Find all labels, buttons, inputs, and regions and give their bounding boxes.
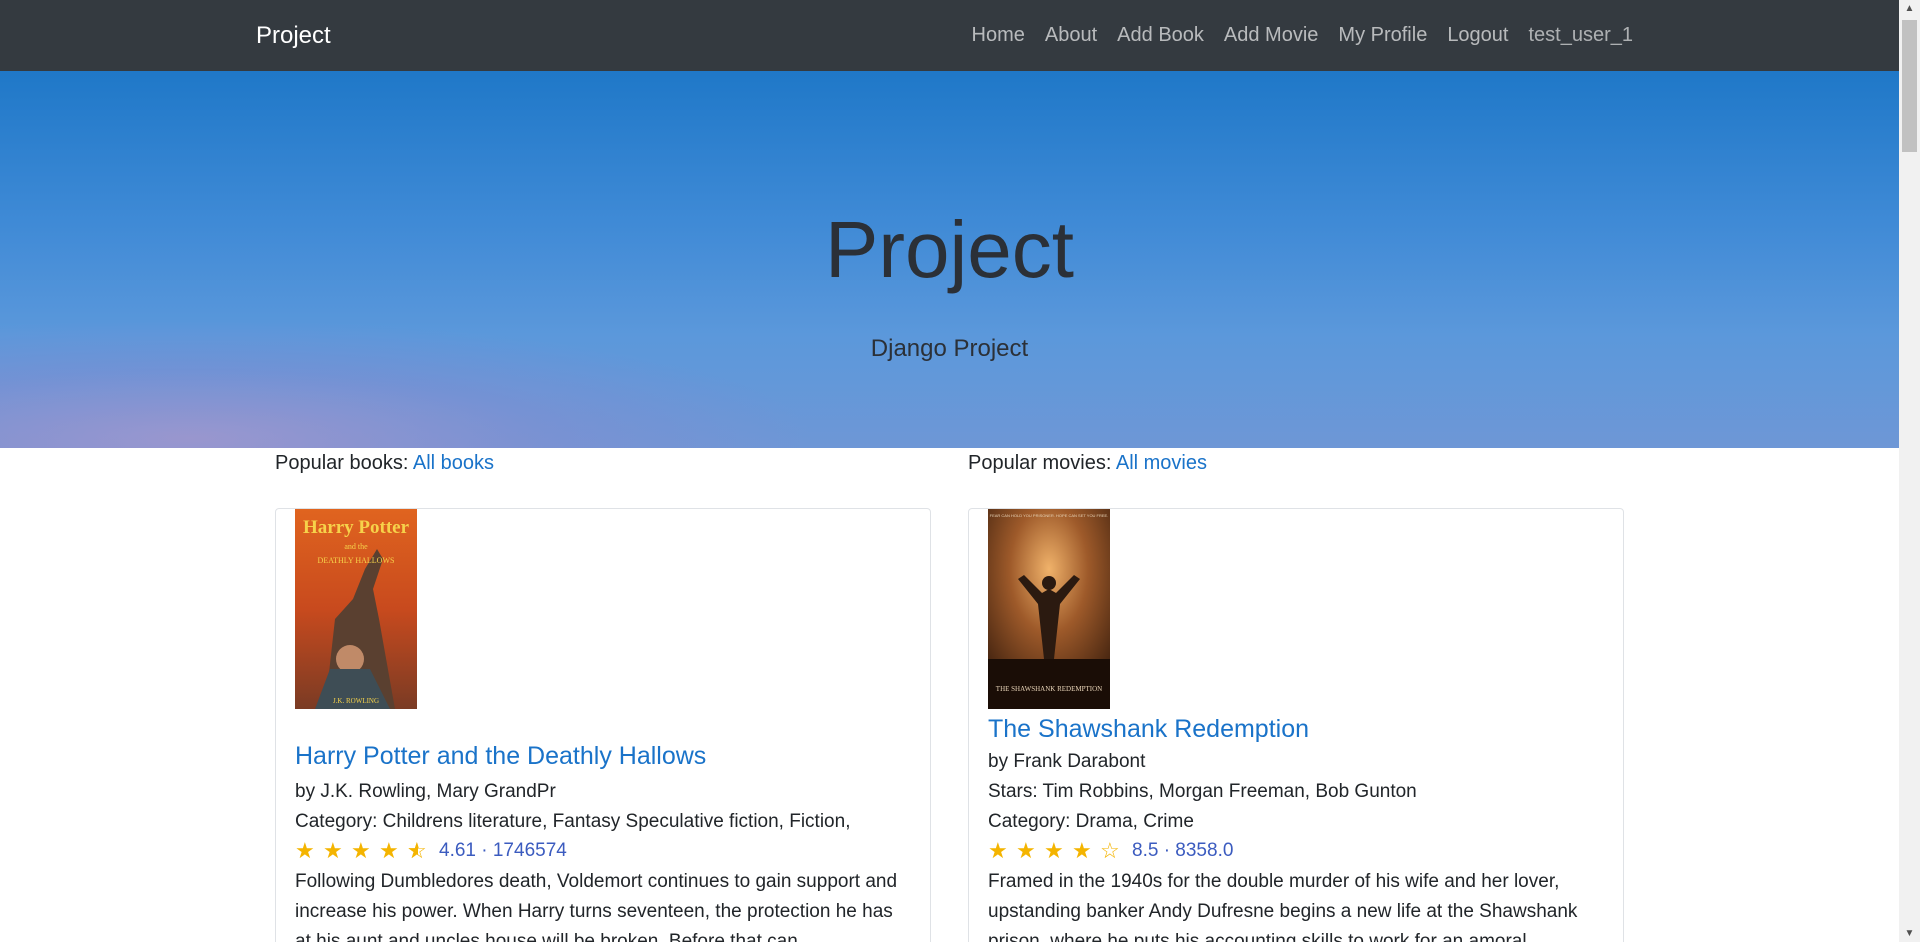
movie-rating-text: 8.5 · 8358.0 bbox=[1132, 840, 1234, 861]
movie-rating: ★ ★ ★ ★ ☆ 8.5 · 8358.0 bbox=[988, 838, 1233, 864]
book-category: Category: Childrens literature, Fantasy … bbox=[295, 811, 851, 832]
book-cover-author: J.K. ROWLING bbox=[333, 697, 379, 705]
book-authors: by J.K. Rowling, Mary GrandPr bbox=[295, 781, 556, 802]
hero-title: Project bbox=[825, 205, 1074, 294]
book-card: Harry Potter and the DEATHLY HALLOWS J.K… bbox=[275, 508, 931, 942]
movie-title-link[interactable]: The Shawshank Redemption bbox=[988, 715, 1309, 744]
star-icon: ★ bbox=[379, 838, 399, 863]
book-title-link[interactable]: Harry Potter and the Deathly Hallows bbox=[295, 742, 706, 771]
popular-books-label: Popular books: bbox=[275, 452, 409, 474]
page-scrollbar[interactable]: ▲ ▼ bbox=[1899, 0, 1920, 942]
star-icon: ★ bbox=[1044, 838, 1064, 863]
popular-movies-label: Popular movies: bbox=[968, 452, 1112, 474]
book-description: Following Dumbledores death, Voldemort c… bbox=[295, 871, 898, 942]
nav-about[interactable]: About bbox=[1045, 24, 1097, 47]
nav-username[interactable]: test_user_1 bbox=[1528, 24, 1633, 47]
hero-subtitle: Django Project bbox=[870, 335, 1029, 362]
movie-cover-tagline: FEAR CAN HOLD YOU PRISONER. HOPE CAN SET… bbox=[990, 513, 1109, 518]
star-icon: ★ bbox=[1072, 838, 1092, 863]
nav-home[interactable]: Home bbox=[972, 24, 1025, 47]
movie-poster[interactable]: FEAR CAN HOLD YOU PRISONER. HOPE CAN SET… bbox=[988, 509, 1110, 709]
nav-add-movie[interactable]: Add Movie bbox=[1224, 24, 1319, 47]
star-icon: ★ bbox=[988, 838, 1008, 863]
navbar: Project Home About Add Book Add Movie My… bbox=[0, 0, 1899, 71]
movie-stars: Stars: Tim Robbins, Morgan Freeman, Bob … bbox=[988, 781, 1417, 802]
popular-movies-header: Popular movies: All movies bbox=[968, 452, 1207, 475]
star-icon: ★ bbox=[295, 838, 315, 863]
scroll-down-arrow-icon[interactable]: ▼ bbox=[1899, 925, 1920, 942]
scroll-up-arrow-icon[interactable]: ▲ bbox=[1899, 0, 1920, 17]
star-icon: ★ bbox=[323, 838, 343, 863]
nav-my-profile[interactable]: My Profile bbox=[1338, 24, 1427, 47]
movie-card: FEAR CAN HOLD YOU PRISONER. HOPE CAN SET… bbox=[968, 508, 1624, 942]
movie-category: Category: Drama, Crime bbox=[988, 811, 1194, 832]
star-empty-icon: ☆ bbox=[1100, 838, 1120, 863]
nav-links: Home About Add Book Add Movie My Profile… bbox=[972, 24, 1633, 47]
hero-banner: Project Django Project bbox=[0, 71, 1899, 448]
nav-logout[interactable]: Logout bbox=[1447, 24, 1508, 47]
book-rating: ★ ★ ★ ★ ★☆ 4.61 · 1746574 bbox=[295, 838, 567, 864]
star-half-icon: ★☆ bbox=[407, 838, 427, 863]
book-cover-name: DEATHLY HALLOWS bbox=[318, 556, 395, 565]
all-books-link[interactable]: All books bbox=[413, 452, 494, 474]
book-cover-title: Harry Potter bbox=[303, 517, 410, 538]
brand-link[interactable]: Project bbox=[256, 22, 331, 50]
star-icon: ★ bbox=[351, 838, 371, 863]
nav-add-book[interactable]: Add Book bbox=[1117, 24, 1204, 47]
movie-description: Framed in the 1940s for the double murde… bbox=[988, 871, 1578, 942]
book-rating-text: 4.61 · 1746574 bbox=[439, 840, 567, 861]
star-icon: ★ bbox=[1016, 838, 1036, 863]
scrollbar-thumb[interactable] bbox=[1902, 20, 1917, 152]
all-movies-link[interactable]: All movies bbox=[1116, 452, 1207, 474]
book-cover[interactable]: Harry Potter and the DEATHLY HALLOWS J.K… bbox=[295, 509, 417, 709]
movie-cover-title: THE SHAWSHANK REDEMPTION bbox=[996, 685, 1102, 693]
movie-director: by Frank Darabont bbox=[988, 751, 1146, 772]
page: Project Home About Add Book Add Movie My… bbox=[0, 0, 1920, 942]
popular-books-header: Popular books: All books bbox=[275, 452, 494, 475]
book-cover-subtitle: and the bbox=[344, 542, 368, 551]
